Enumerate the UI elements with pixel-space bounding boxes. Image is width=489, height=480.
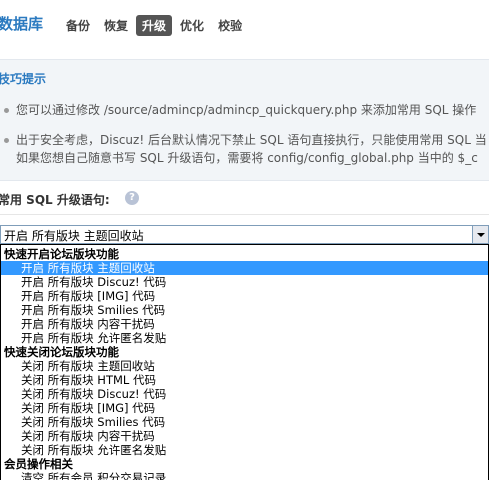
dropdown-group-label: 会员操作相关 [4,457,73,471]
dropdown-group-label: 快速关闭论坛版块功能 [4,345,119,359]
divider [0,214,489,215]
dropdown-option[interactable]: 开启 所有版块 Discuz! 代码 [1,275,488,289]
tips-header: 技巧提示 [0,59,489,94]
dropdown-option[interactable]: 关闭 所有版块 [IMG] 代码 [1,401,488,415]
nav-check[interactable]: 校验 [212,15,248,36]
nav-optimize[interactable]: 优化 [174,15,210,36]
dropdown-option[interactable]: 关闭 所有版块 内容干扰码 [1,429,488,443]
dropdown-option[interactable]: 开启 所有版块 内容干扰码 [1,317,488,331]
dropdown-option[interactable]: 开启 所有版块 主题回收站 [1,261,488,275]
dropdown-option[interactable]: 关闭 所有版块 允许匿名发贴 [1,443,488,457]
dropdown-group-label: 快速开启论坛版块功能 [4,247,119,261]
dropdown-option[interactable]: 关闭 所有版块 主题回收站 [1,359,488,373]
page-title: 数据库 [0,15,44,33]
tips-title: 技巧提示 [0,72,47,86]
tip-text: 出于安全考虑，Discuz! 后台默认情况下禁止 SQL 语句直接执行，只能使用… [16,133,487,147]
sql-select[interactable]: 开启 所有版块 主题回收站 [0,225,489,244]
dropdown-option[interactable]: 开启 所有版块 Smilies 代码 [1,303,488,317]
page-header: 数据库 备份 恢复 升级 优化 校验 [0,0,489,52]
sql-select-label: 常用 SQL 升级语句: [0,193,110,207]
tip-text: 您可以通过修改 /source/admincp/admincp_quickque… [16,103,477,117]
dropdown-option[interactable]: 关闭 所有版块 HTML 代码 [1,373,488,387]
dropdown-option[interactable]: 关闭 所有版块 Smilies 代码 [1,415,488,429]
top-nav: 备份 恢复 升级 优化 校验 [60,15,250,36]
dropdown-option[interactable]: 关闭 所有版块 Discuz! 代码 [1,387,488,401]
select-current-value: 开启 所有版块 主题回收站 [4,229,144,243]
bullet-icon [4,138,9,143]
tip-text: 如果您想自己随意书写 SQL 升级语句，需要将 config/config_gl… [16,151,478,165]
nav-restore[interactable]: 恢复 [98,15,134,36]
nav-upgrade[interactable]: 升级 [136,15,173,36]
bullet-icon [4,108,9,113]
dropdown-option[interactable]: 开启 所有版块 允许匿名发贴 [1,331,488,345]
sql-dropdown-list: 快速开启论坛版块功能 开启 所有版块 主题回收站 开启 所有版块 Discuz! 代… [0,244,489,480]
dropdown-option[interactable]: 开启 所有版块 [IMG] 代码 [1,289,488,303]
nav-backup[interactable]: 备份 [60,15,96,36]
help-icon[interactable]: ? [125,191,139,205]
chevron-down-icon[interactable] [472,226,488,243]
tips-panel: 您可以通过修改 /source/admincp/admincp_quickque… [0,94,489,181]
